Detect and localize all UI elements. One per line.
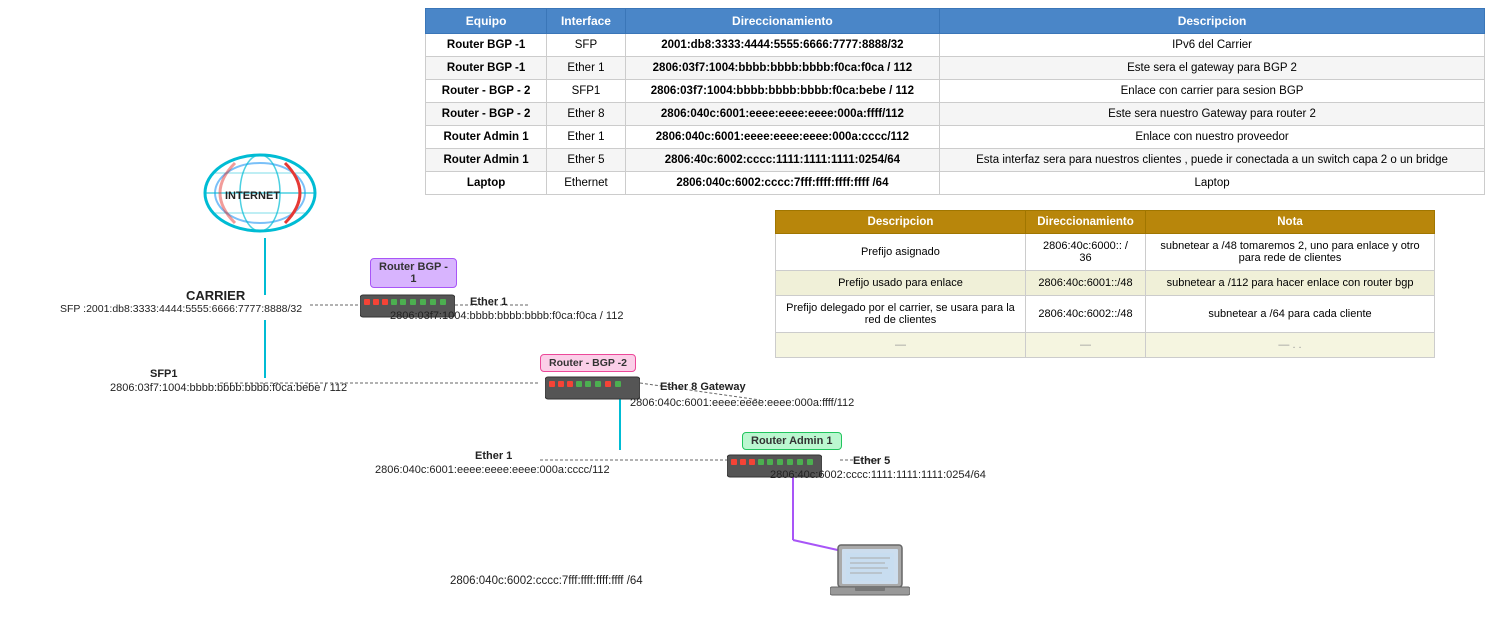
cell-interface: Ether 1: [547, 57, 626, 80]
ether5-label: Ether 5: [853, 455, 890, 467]
table-row: Router BGP -1SFP2001:db8:3333:4444:5555:…: [426, 34, 1485, 57]
cell-dir: 2806:40c:6002:cccc:1111:1111:1111:0254/6…: [625, 149, 939, 172]
table-row: Router - BGP - 2SFP12806:03f7:1004:bbbb:…: [426, 80, 1485, 103]
ether1-admin-addr: 2806:040c:6001:eeee:eeee:eeee:000a:cccc/…: [375, 464, 610, 476]
cell-desc: Enlace con carrier para sesion BGP: [940, 80, 1485, 103]
ether8-addr: 2806:040c:6001:eeee:eeee:eeee:000a:ffff/…: [630, 397, 854, 409]
cell-dir: 2001:db8:3333:4444:5555:6666:7777:8888/3…: [625, 34, 939, 57]
col-dir: Direccionamiento: [625, 9, 939, 34]
sec-col-desc: Descripcion: [776, 211, 1026, 234]
sec-cell-dir: 2806:40c:6002::/48: [1025, 296, 1145, 333]
sec-table-row: Prefijo delegado por el carrier, se usar…: [776, 296, 1435, 333]
table-row: Router Admin 1Ether 52806:40c:6002:cccc:…: [426, 149, 1485, 172]
ether1-bgp1-label: Ether 1: [470, 296, 507, 308]
sec-cell-desc: Prefijo usado para enlace: [776, 271, 1026, 296]
sec-cell-nota: subnetear a /64 para cada cliente: [1146, 296, 1435, 333]
ether1-admin-label: Ether 1: [475, 450, 512, 462]
table-row: Router BGP -1Ether 12806:03f7:1004:bbbb:…: [426, 57, 1485, 80]
sec-cell-nota: — . .: [1146, 333, 1435, 358]
table-row: Router Admin 1Ether 12806:040c:6001:eeee…: [426, 126, 1485, 149]
cell-equipo: Router Admin 1: [426, 149, 547, 172]
sec-cell-nota: subnetear a /112 para hacer enlace con r…: [1146, 271, 1435, 296]
ether5-addr: 2806:40c:6002:cccc:1111:1111:1111:0254/6…: [770, 469, 986, 481]
ether1-bgp1-addr: 2806:03f7:1004:bbbb:bbbb:bbbb:f0ca:f0ca …: [390, 310, 623, 322]
cell-equipo: Router BGP -1: [426, 34, 547, 57]
cell-desc: Este sera el gateway para BGP 2: [940, 57, 1485, 80]
sec-col-dir: Direccionamiento: [1025, 211, 1145, 234]
cell-dir: 2806:03f7:1004:bbbb:bbbb:bbbb:f0ca:f0ca …: [625, 57, 939, 80]
table-row: LaptopEthernet2806:040c:6002:cccc:7fff:f…: [426, 172, 1485, 195]
sec-table-row: Prefijo usado para enlace2806:40c:6001::…: [776, 271, 1435, 296]
sec-table-row: Prefijo asignado2806:40c:6000:: / 36subn…: [776, 234, 1435, 271]
router-bgp2-device: [545, 375, 640, 406]
cell-desc: Enlace con nuestro proveedor: [940, 126, 1485, 149]
internet-label: INTERNET: [225, 190, 280, 202]
sfp1-addr: 2806:03f7:1004:bbbb:bbbb:bbbb:f0ca:bebe …: [110, 382, 347, 394]
router-bgp2-badge: Router - BGP -2: [540, 354, 636, 372]
sec-cell-desc: —: [776, 333, 1026, 358]
cell-desc: Laptop: [940, 172, 1485, 195]
carrier-addr: SFP :2001:db8:3333:4444:5555:6666:7777:8…: [60, 303, 302, 315]
cell-equipo: Router - BGP - 2: [426, 80, 547, 103]
col-interface: Interface: [547, 9, 626, 34]
cell-desc: IPv6 del Carrier: [940, 34, 1485, 57]
sec-cell-dir: 2806:40c:6001::/48: [1025, 271, 1145, 296]
cell-equipo: Router BGP -1: [426, 57, 547, 80]
cell-equipo: Laptop: [426, 172, 547, 195]
cell-equipo: Router - BGP - 2: [426, 103, 547, 126]
carrier-label: CARRIER: [186, 288, 245, 303]
table-row: Router - BGP - 2Ether 82806:040c:6001:ee…: [426, 103, 1485, 126]
sec-col-nota: Nota: [1146, 211, 1435, 234]
cell-interface: Ether 1: [547, 126, 626, 149]
sfp1-label: SFP1: [150, 368, 178, 380]
cell-dir: 2806:040c:6002:cccc:7fff:ffff:ffff:ffff …: [625, 172, 939, 195]
cell-dir: 2806:040c:6001:eeee:eeee:eeee:000a:cccc/…: [625, 126, 939, 149]
sec-cell-desc: Prefijo asignado: [776, 234, 1026, 271]
cell-interface: Ether 5: [547, 149, 626, 172]
router-admin1-badge: Router Admin 1: [742, 432, 842, 450]
cell-desc: Este sera nuestro Gateway para router 2: [940, 103, 1485, 126]
cell-equipo: Router Admin 1: [426, 126, 547, 149]
main-table: Equipo Interface Direccionamiento Descri…: [425, 8, 1485, 195]
cell-interface: Ether 8: [547, 103, 626, 126]
sec-cell-nota: subnetear a /48 tomaremos 2, uno para en…: [1146, 234, 1435, 271]
cell-dir: 2806:040c:6001:eeee:eeee:eeee:000a:ffff/…: [625, 103, 939, 126]
col-equipo: Equipo: [426, 9, 547, 34]
cell-interface: SFP1: [547, 80, 626, 103]
laptop-icon: [830, 540, 910, 600]
cell-desc: Esta interfaz sera para nuestros cliente…: [940, 149, 1485, 172]
sec-table-row: ——— . .: [776, 333, 1435, 358]
col-desc: Descripcion: [940, 9, 1485, 34]
sec-cell-dir: —: [1025, 333, 1145, 358]
cell-interface: SFP: [547, 34, 626, 57]
sec-table: Descripcion Direccionamiento Nota Prefij…: [775, 210, 1435, 358]
cell-interface: Ethernet: [547, 172, 626, 195]
router-bgp1-badge: Router BGP -1: [370, 258, 457, 288]
sec-cell-desc: Prefijo delegado por el carrier, se usar…: [776, 296, 1026, 333]
laptop-addr: 2806:040c:6002:cccc:7fff:ffff:ffff:ffff …: [450, 575, 643, 587]
cell-dir: 2806:03f7:1004:bbbb:bbbb:bbbb:f0ca:bebe …: [625, 80, 939, 103]
ether8-label: Ether 8 Gateway: [660, 381, 746, 393]
sec-cell-dir: 2806:40c:6000:: / 36: [1025, 234, 1145, 271]
